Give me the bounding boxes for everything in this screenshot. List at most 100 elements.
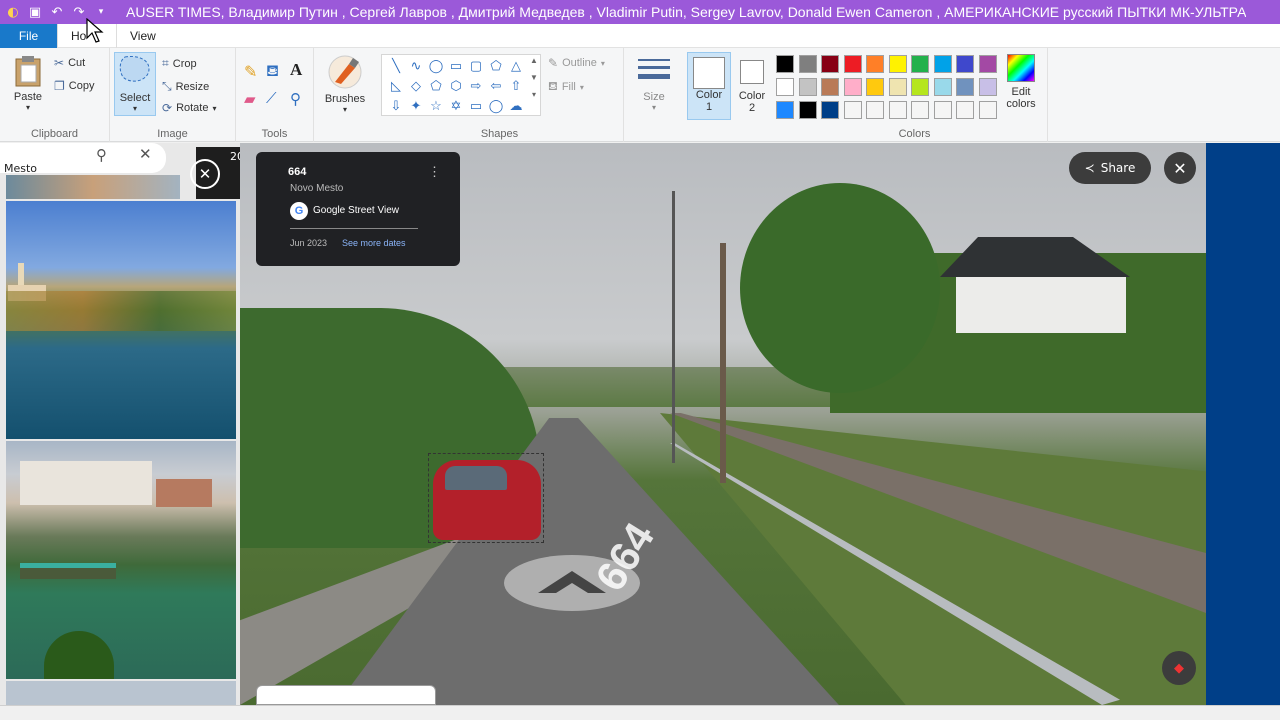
see-more-dates-link[interactable]: See more dates [342,238,406,248]
color-swatch[interactable] [866,55,884,73]
paste-dropdown-icon[interactable]: ▾ [8,103,48,112]
color-swatch[interactable] [956,78,974,96]
rounded-rectangle-icon[interactable]: ▢ [466,56,486,76]
callout-rect-icon[interactable]: ▭ [466,96,486,116]
color-swatch[interactable] [978,55,997,73]
color-swatch[interactable] [821,55,839,73]
fill-button[interactable]: ⛾ Fill ▾ [548,79,584,95]
triangle-shape-icon[interactable]: △ [506,56,526,76]
color-swatch[interactable] [933,78,952,96]
photo-3-partial[interactable] [6,681,236,705]
color-swatch[interactable] [776,78,794,96]
down-arrow-icon[interactable]: ⇩ [386,96,406,116]
save-icon[interactable]: ▣ [24,1,46,23]
navigation-chevron-icon[interactable] [502,553,642,613]
copy-button[interactable]: ❐ Copy [54,79,94,93]
color-swatch[interactable] [933,55,952,73]
river-photo-2[interactable] [6,441,236,679]
color-swatch[interactable] [776,55,794,73]
size-button[interactable]: Size ▾ [634,56,674,112]
polygon-shape-icon[interactable]: ⬠ [486,56,506,76]
color-swatch[interactable] [978,101,997,119]
color-swatch[interactable] [821,78,839,96]
street-view-panorama[interactable]: 664 664 ⋮ Novo Mesto G Google Street Vie… [240,143,1206,705]
right-arrow-icon[interactable]: ⇨ [466,76,486,96]
color-swatch[interactable] [776,101,794,119]
color-swatch[interactable] [911,78,929,96]
cut-button[interactable]: ✂ Cut [54,56,85,70]
oval-shape-icon[interactable]: ◯ [426,56,446,76]
clear-search-icon[interactable]: ✕ [139,145,152,163]
color-swatch[interactable] [798,101,817,119]
river-photo-1[interactable] [6,201,236,439]
color-swatch[interactable] [843,101,862,119]
color-swatch[interactable] [843,55,862,73]
color-swatch[interactable] [866,78,884,96]
rotate-button[interactable]: ⟳ Rotate ▾ [162,101,217,115]
search-box[interactable]: Mesto ⚲ ✕ [0,143,166,175]
outline-button[interactable]: ✎ Outline ▾ [548,56,605,70]
callout-oval-icon[interactable]: ◯ [486,96,506,116]
select-dropdown-icon[interactable]: ▾ [115,104,155,113]
edit-colors-button[interactable]: Edit colors [1002,54,1040,110]
color-swatch[interactable] [956,55,974,73]
color-swatch[interactable] [821,101,839,119]
close-circle-icon[interactable]: ✕ [190,159,220,189]
minimap-thumbnail[interactable] [256,685,436,705]
card-divider [290,228,418,229]
shapes-gallery[interactable]: ╲ ∿ ◯ ▭ ▢ ⬠ △ ◺ ◇ ⬠ ⬡ ⇨ ⇦ ⇧ ⇩ ✦ ☆ ✡ ▭ ◯ … [381,54,541,116]
right-triangle-icon[interactable]: ◺ [386,76,406,96]
color-swatch[interactable] [888,55,907,73]
paste-button[interactable]: Paste ▾ [8,54,48,112]
shapes-scroll[interactable]: ▲ ▼ ▾ [530,56,538,99]
color-swatch[interactable] [956,101,974,119]
color-swatch[interactable] [798,55,817,73]
color-swatch[interactable] [843,78,862,96]
up-arrow-icon[interactable]: ⇧ [506,76,526,96]
color-swatch[interactable] [866,101,884,119]
select-button[interactable]: Select ▾ [114,52,156,116]
close-viewer-button[interactable]: ✕ [1164,152,1196,184]
tab-file[interactable]: File [0,23,57,48]
line-shape-icon[interactable]: ╲ [386,56,406,76]
tab-view[interactable]: View [117,24,169,48]
color-swatch[interactable] [888,101,907,119]
close-panel-button[interactable]: ✕ 20 [190,147,244,199]
pentagon-shape-icon[interactable]: ⬠ [426,76,446,96]
brushes-button[interactable]: Brushes ▾ [322,54,368,114]
color-swatch[interactable] [798,78,817,96]
brushes-dropdown-icon[interactable]: ▾ [322,105,368,114]
color-swatch[interactable] [911,101,929,119]
search-icon[interactable]: ⚲ [96,146,107,164]
color-swatch[interactable] [978,78,997,96]
resize-button[interactable]: ⤡ Resize [162,79,209,94]
compass-icon[interactable]: ◆ [1162,651,1196,685]
color-picker-icon[interactable]: ⟋ [266,90,277,107]
left-arrow-icon[interactable]: ⇦ [486,76,506,96]
pencil-icon[interactable]: ✎ [244,62,257,82]
callout-cloud-icon[interactable]: ☁ [506,96,526,116]
undo-icon[interactable]: ↶ [46,1,68,23]
fill-bucket-icon[interactable]: ⛾ [266,62,279,82]
paint-app-icon[interactable]: ◐ [2,1,24,23]
more-options-icon[interactable]: ⋮ [428,164,441,180]
red-car[interactable] [428,453,544,543]
share-button[interactable]: ≺ Share [1069,152,1151,184]
curve-shape-icon[interactable]: ∿ [406,56,426,76]
six-point-star-icon[interactable]: ✡ [446,96,466,116]
magnifier-icon[interactable]: ⚲ [290,90,301,108]
hexagon-shape-icon[interactable]: ⬡ [446,76,466,96]
diamond-shape-icon[interactable]: ◇ [406,76,426,96]
color-swatch[interactable] [933,101,952,119]
five-point-star-icon[interactable]: ☆ [426,96,446,116]
text-tool-icon[interactable]: A [290,60,302,80]
canvas-area[interactable]: Mesto ⚲ ✕ ✕ 20 664 664 ⋮ Novo Mesto G Go… [0,143,1280,705]
eraser-icon[interactable]: ▰ [244,90,256,108]
size-dropdown-icon[interactable]: ▾ [634,103,674,112]
color-swatch[interactable] [911,55,929,73]
crop-button[interactable]: ⌗ Crop [162,56,197,71]
four-point-star-icon[interactable]: ✦ [406,96,426,116]
place-name: Novo Mesto [290,183,344,194]
color-swatch[interactable] [888,78,907,96]
rectangle-shape-icon[interactable]: ▭ [446,56,466,76]
